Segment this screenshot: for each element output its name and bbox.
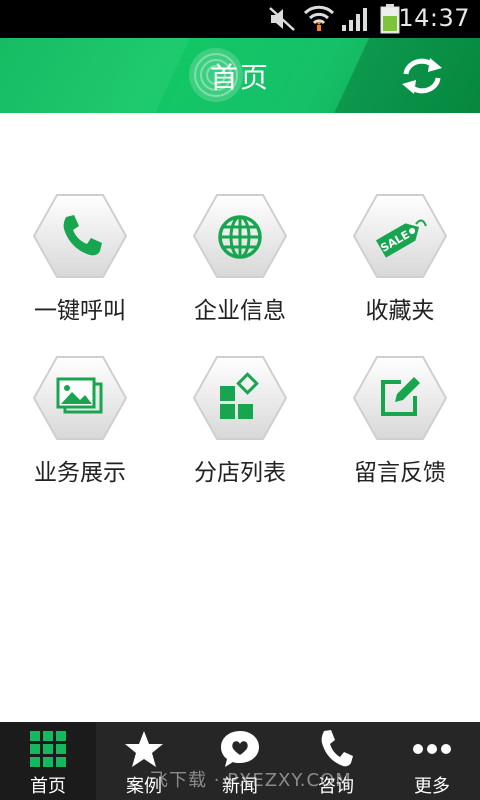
grid-item-label: 分店列表 — [194, 460, 286, 486]
more-icon — [413, 744, 451, 754]
grid-item-favorites[interactable]: SALE 收藏夹 — [320, 192, 480, 342]
signal-icon — [342, 8, 367, 31]
grid-item-branches[interactable]: 分店列表 — [160, 354, 320, 504]
nav-item-home[interactable]: 首页 — [0, 722, 96, 800]
grid-item-label: 企业信息 — [194, 298, 286, 324]
grid-item-business[interactable]: 业务展示 — [0, 354, 160, 504]
category-blocks-icon — [220, 372, 259, 419]
nav-item-more[interactable]: 更多 — [384, 722, 480, 800]
globe-icon — [218, 215, 262, 259]
grid-item-label: 收藏夹 — [365, 298, 435, 324]
refresh-icon[interactable] — [400, 56, 444, 96]
nav-label: 更多 — [414, 776, 450, 797]
wifi-icon — [303, 5, 335, 31]
star-icon — [125, 731, 163, 767]
status-bar: 14:37 — [0, 0, 480, 38]
grid-item-label: 一键呼叫 — [34, 298, 126, 324]
phone-icon — [63, 215, 102, 256]
nav-label: 首页 — [30, 776, 66, 797]
mute-icon — [269, 7, 295, 31]
edit-icon — [381, 377, 420, 416]
phone-icon — [321, 730, 353, 767]
chat-heart-icon — [221, 731, 259, 767]
status-time: 14:37 — [398, 4, 470, 32]
grid-icon — [30, 731, 66, 767]
grid-item-call[interactable]: 一键呼叫 — [0, 192, 160, 342]
watermark: 飞下载 · PXEZXY.COM — [150, 770, 352, 791]
grid-item-company-info[interactable]: 企业信息 — [160, 192, 320, 342]
grid-item-label: 业务展示 — [34, 460, 126, 486]
photos-icon — [56, 377, 103, 414]
sale-tag-icon: SALE — [375, 219, 427, 258]
grid-item-feedback[interactable]: 留言反馈 — [320, 354, 480, 504]
app-header: 首页 — [0, 38, 480, 113]
grid-item-label: 留言反馈 — [354, 460, 446, 486]
